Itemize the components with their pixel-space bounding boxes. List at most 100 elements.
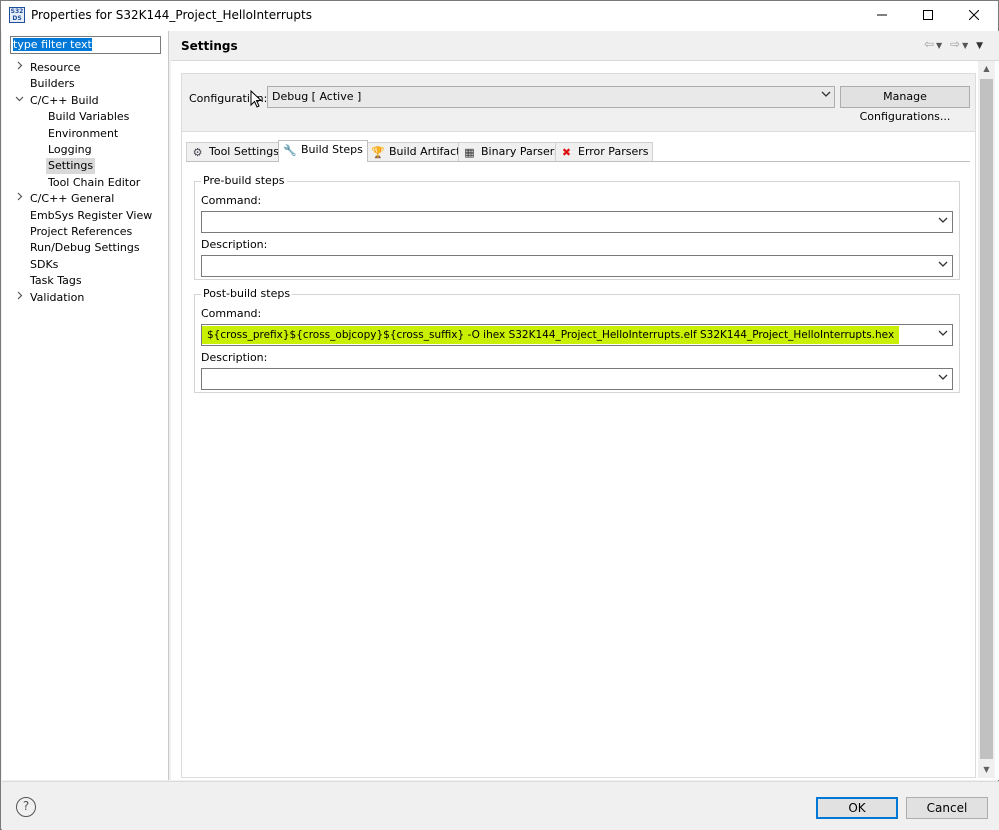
forward-dropdown-icon[interactable]: ▼ (962, 41, 970, 50)
page-title: Settings (181, 39, 238, 53)
tree-item-label: Run/Debug Settings (30, 241, 140, 255)
tree-item-label: C/C++ Build (30, 93, 99, 107)
chevron-right-icon[interactable] (14, 191, 24, 207)
tree-item-label: EmbSys Register View (30, 208, 153, 222)
tree-item-label: Settings (46, 158, 96, 175)
chevron-right-icon[interactable] (14, 60, 24, 76)
pre-build-description-value (202, 257, 212, 275)
tree-item-label: SDKs (30, 257, 59, 271)
tree-item[interactable]: Task Tags (2, 273, 169, 289)
tree-item[interactable]: EmbSys Register View (2, 208, 169, 224)
post-build-command-label: Command: (201, 307, 262, 320)
build-steps-icon: 🔧 (283, 144, 297, 157)
pre-build-description-label: Description: (201, 238, 268, 251)
tree-item-label: C/C++ General (30, 192, 115, 206)
error-icon: ✖ (561, 146, 572, 159)
post-build-command-value: ${cross_prefix}${cross_objcopy}${cross_s… (202, 326, 900, 344)
scroll-thumb[interactable] (980, 79, 993, 759)
view-menu-icon[interactable]: ▼ (976, 41, 985, 51)
title-bar: S32 DS Properties for S32K144_Project_He… (1, 1, 998, 31)
pre-build-command-label: Command: (201, 194, 262, 207)
tree-item[interactable]: C/C++ General (2, 191, 169, 207)
pre-build-title: Pre-build steps (201, 174, 287, 187)
tree-item[interactable]: Logging (2, 142, 169, 158)
settings-panel: Settings ⇦▼ ⇨▼ ▼ Configuration: Debug [ … (171, 31, 999, 780)
tab-binary-parsers[interactable]: ▦ Binary Parsers (458, 142, 565, 162)
chevron-down-icon[interactable] (938, 372, 948, 385)
ok-button[interactable]: OK (816, 797, 898, 819)
post-build-group: Post-build steps Command: ${cross_prefix… (194, 287, 960, 393)
post-build-description-field[interactable] (201, 368, 953, 390)
cancel-button[interactable]: Cancel (906, 797, 988, 819)
dialog-footer: ? OK Cancel (2, 781, 999, 830)
tree-item-label: Resource (30, 61, 81, 74)
pre-build-command-field[interactable] (201, 211, 953, 233)
chevron-down-icon (821, 89, 831, 102)
tree-item[interactable]: Validation (2, 290, 169, 306)
manage-configurations-button[interactable]: Manage Configurations... (840, 86, 970, 123)
mouse-cursor-icon (250, 90, 262, 108)
tree-item-label: Project References (30, 225, 133, 238)
tree-item[interactable]: C/C++ Build (2, 93, 169, 109)
back-arrow-icon[interactable]: ⇦ (924, 37, 936, 51)
tool-settings-icon: ⚙ (192, 146, 203, 159)
tab-label: Build Steps (301, 143, 363, 156)
help-icon[interactable]: ? (16, 797, 36, 817)
post-build-command-field[interactable]: ${cross_prefix}${cross_objcopy}${cross_s… (201, 324, 953, 346)
trophy-icon: 🏆 (371, 146, 385, 159)
post-build-title: Post-build steps (201, 287, 293, 300)
chevron-right-icon[interactable] (14, 290, 24, 306)
tree-item[interactable]: Build Variables (2, 109, 169, 125)
tab-label: Binary Parsers (481, 145, 560, 158)
settings-header: Settings ⇦▼ ⇨▼ ▼ (171, 31, 999, 61)
tab-label: Build Artifact (389, 145, 461, 158)
settings-content: Configuration: Debug [ Active ] Manage C… (181, 73, 976, 778)
scroll-down-icon[interactable]: ▼ (978, 762, 995, 778)
tree-item[interactable]: Run/Debug Settings (2, 240, 169, 256)
chevron-down-icon[interactable] (14, 93, 24, 109)
tree-item[interactable]: SDKs (2, 257, 169, 273)
tree-item-label: Logging (48, 143, 92, 156)
history-nav: ⇦▼ ⇨▼ ▼ (924, 37, 985, 51)
tab-tool-settings[interactable]: ⚙ Tool Settings (186, 142, 284, 162)
window-title: Properties for S32K144_Project_HelloInte… (31, 8, 312, 22)
close-button[interactable] (951, 1, 997, 31)
tab-build-steps[interactable]: 🔧 Build Steps (278, 140, 368, 162)
tab-build-artifact[interactable]: 🏆 Build Artifact (366, 142, 466, 162)
tab-label: Tool Settings (209, 145, 279, 158)
tree-item-label: Validation (30, 290, 85, 304)
post-build-description-label: Description: (201, 351, 268, 364)
tab-label: Error Parsers (578, 145, 649, 158)
forward-arrow-icon[interactable]: ⇨ (950, 37, 962, 51)
tab-error-parsers[interactable]: ✖ Error Parsers (555, 142, 654, 162)
tree-item[interactable]: Builders (2, 76, 169, 92)
tree-item[interactable]: Resource (2, 60, 169, 76)
chevron-down-icon[interactable] (938, 259, 948, 272)
maximize-button[interactable] (905, 1, 951, 31)
binary-icon: ▦ (464, 146, 475, 159)
pre-build-command-value (202, 213, 212, 231)
tree-item[interactable]: Environment (2, 126, 169, 142)
tree-item-label: Task Tags (30, 274, 82, 288)
app-icon: S32 DS (9, 7, 25, 23)
tree-item[interactable]: Project References (2, 224, 169, 240)
back-dropdown-icon[interactable]: ▼ (936, 41, 944, 50)
configuration-select[interactable]: Debug [ Active ] (267, 86, 835, 108)
tree-item[interactable]: Tool Chain Editor (2, 175, 169, 191)
pre-build-description-field[interactable] (201, 255, 953, 277)
configuration-bar: Configuration: Debug [ Active ] Manage C… (182, 74, 975, 132)
filter-input[interactable]: type filter text (10, 36, 161, 54)
vertical-scrollbar[interactable]: ▲ ▼ (978, 61, 995, 778)
tree-item[interactable]: Settings (2, 158, 169, 175)
minimize-icon (877, 14, 887, 16)
tree-item-label: Builders (30, 77, 75, 91)
configuration-value: Debug [ Active ] (272, 90, 362, 103)
tree-item-label: Tool Chain Editor (48, 175, 141, 189)
minimize-button[interactable] (859, 1, 905, 31)
chevron-down-icon[interactable] (938, 328, 948, 341)
category-panel: type filter text Resource Builders C/C++ B… (2, 31, 169, 780)
scroll-up-icon[interactable]: ▲ (978, 61, 995, 77)
pre-build-group: Pre-build steps Command: Description: (194, 174, 960, 280)
tree-item-label: Build Variables (48, 110, 130, 124)
chevron-down-icon[interactable] (938, 215, 948, 228)
